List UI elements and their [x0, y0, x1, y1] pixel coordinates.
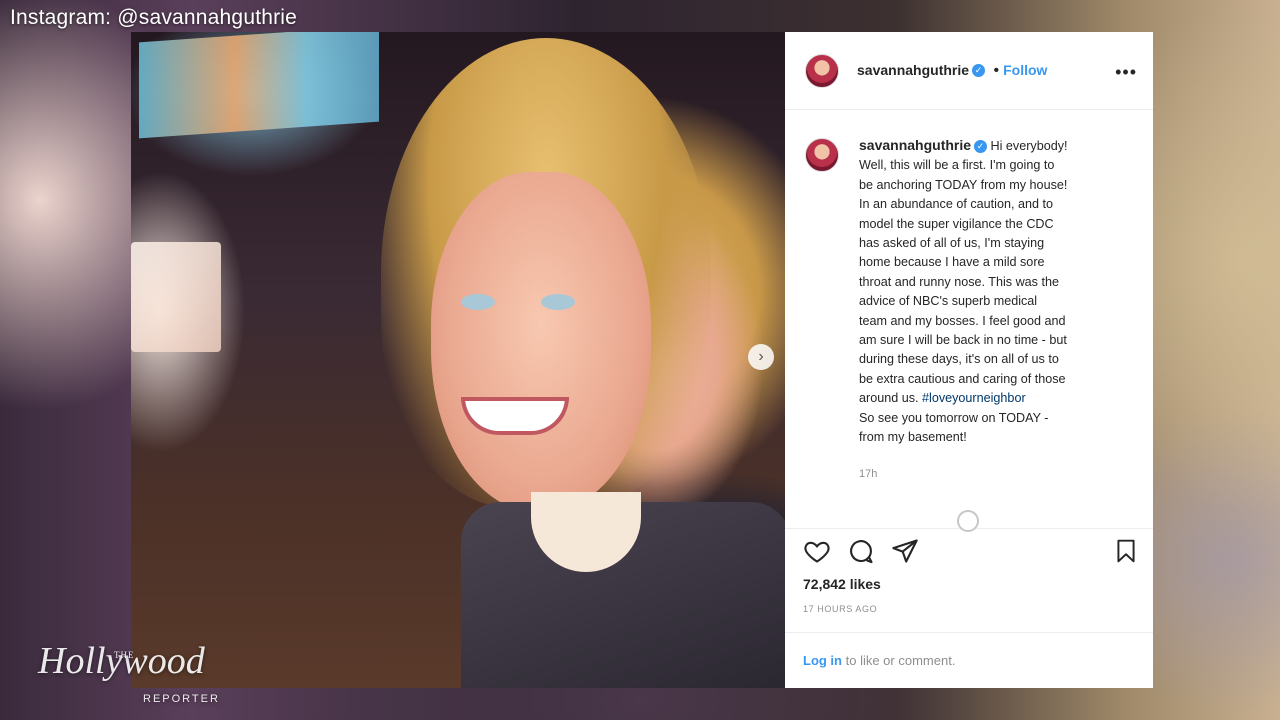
caption-line: be anchoring TODAY from my house!: [859, 177, 1068, 192]
monitor-screen: [139, 32, 379, 139]
follow-button[interactable]: Follow: [1003, 62, 1047, 78]
caption-line: Hi everybody!: [990, 139, 1068, 153]
post-header: savannahguthrie ✓ • Follow •••: [785, 32, 1153, 110]
heart-icon[interactable]: [803, 537, 831, 565]
studio-light: [131, 242, 221, 352]
post-panel: savannahguthrie ✓ • Follow ••• savannahgut…: [785, 32, 1153, 688]
post-timestamp: 17 HOURS AGO: [803, 604, 878, 614]
logo-the: THE: [114, 650, 135, 660]
caption-line: throat and runny nose. This was the: [859, 274, 1059, 289]
hollywood-reporter-logo: THE Hollywood REPORTER: [38, 642, 218, 705]
caption-username[interactable]: savannahguthrie: [859, 137, 971, 153]
more-dots-icon[interactable]: •••: [1115, 62, 1137, 83]
caption-line: am sure I will be back in no time - but: [859, 333, 1067, 348]
caption-line: Well, this will be a first. I'm going to: [859, 158, 1055, 173]
header-user-row: savannahguthrie ✓ • Follow: [857, 62, 1047, 80]
caption-line: around us.: [859, 391, 919, 406]
left-eye: [461, 294, 495, 310]
bookmark-icon[interactable]: [1113, 537, 1139, 565]
action-bar: [803, 537, 1143, 567]
login-bar: Log in to like or comment.: [785, 632, 1153, 688]
caption-line: team and my bosses. I feel good and: [859, 313, 1066, 328]
logo-reporter: REPORTER: [143, 693, 220, 705]
verified-badge-icon: ✓: [974, 140, 988, 154]
login-link[interactable]: Log in: [803, 653, 842, 668]
login-prompt-rest: to like or comment.: [842, 653, 956, 668]
caption-timestamp: 17h: [859, 468, 878, 480]
caption-line: So see you tomorrow on TODAY -: [859, 410, 1049, 425]
caption-line: In an abundance of caution, and to: [859, 197, 1053, 212]
caption-line: from my basement!: [859, 430, 967, 445]
chevron-right-icon[interactable]: ›: [748, 344, 774, 370]
header-username[interactable]: savannahguthrie: [857, 62, 969, 78]
caption-line: advice of NBC's superb medical: [859, 294, 1038, 309]
caption-line: home because I have a mild sore: [859, 255, 1045, 270]
paper-plane-icon[interactable]: [891, 537, 919, 565]
caption-line: be extra cautious and caring of those: [859, 371, 1066, 386]
loading-spinner-icon: [957, 510, 979, 532]
caption-line: during these days, it's on all of us to: [859, 352, 1059, 367]
caption: savannahguthrie ✓ Hi everybody! Well, thi…: [859, 136, 1135, 448]
source-watermark: Instagram: @savannahguthrie: [10, 6, 298, 29]
right-eye: [541, 294, 575, 310]
hashtag-link[interactable]: #loveyourneighbor: [922, 391, 1026, 405]
face: [431, 172, 651, 512]
post-photo[interactable]: ›: [131, 32, 785, 688]
caption-line: has asked of all of us, I'm staying: [859, 236, 1045, 251]
comment-icon[interactable]: [847, 537, 875, 565]
likes-count[interactable]: 72,842 likes: [803, 576, 881, 592]
avatar[interactable]: [805, 54, 839, 88]
caption-line: model the super vigilance the CDC: [859, 216, 1054, 231]
verified-badge-icon: ✓: [972, 64, 986, 78]
separator-dot: •: [993, 62, 1000, 79]
login-prompt: Log in to like or comment.: [803, 653, 955, 668]
caption-avatar[interactable]: [805, 138, 839, 172]
